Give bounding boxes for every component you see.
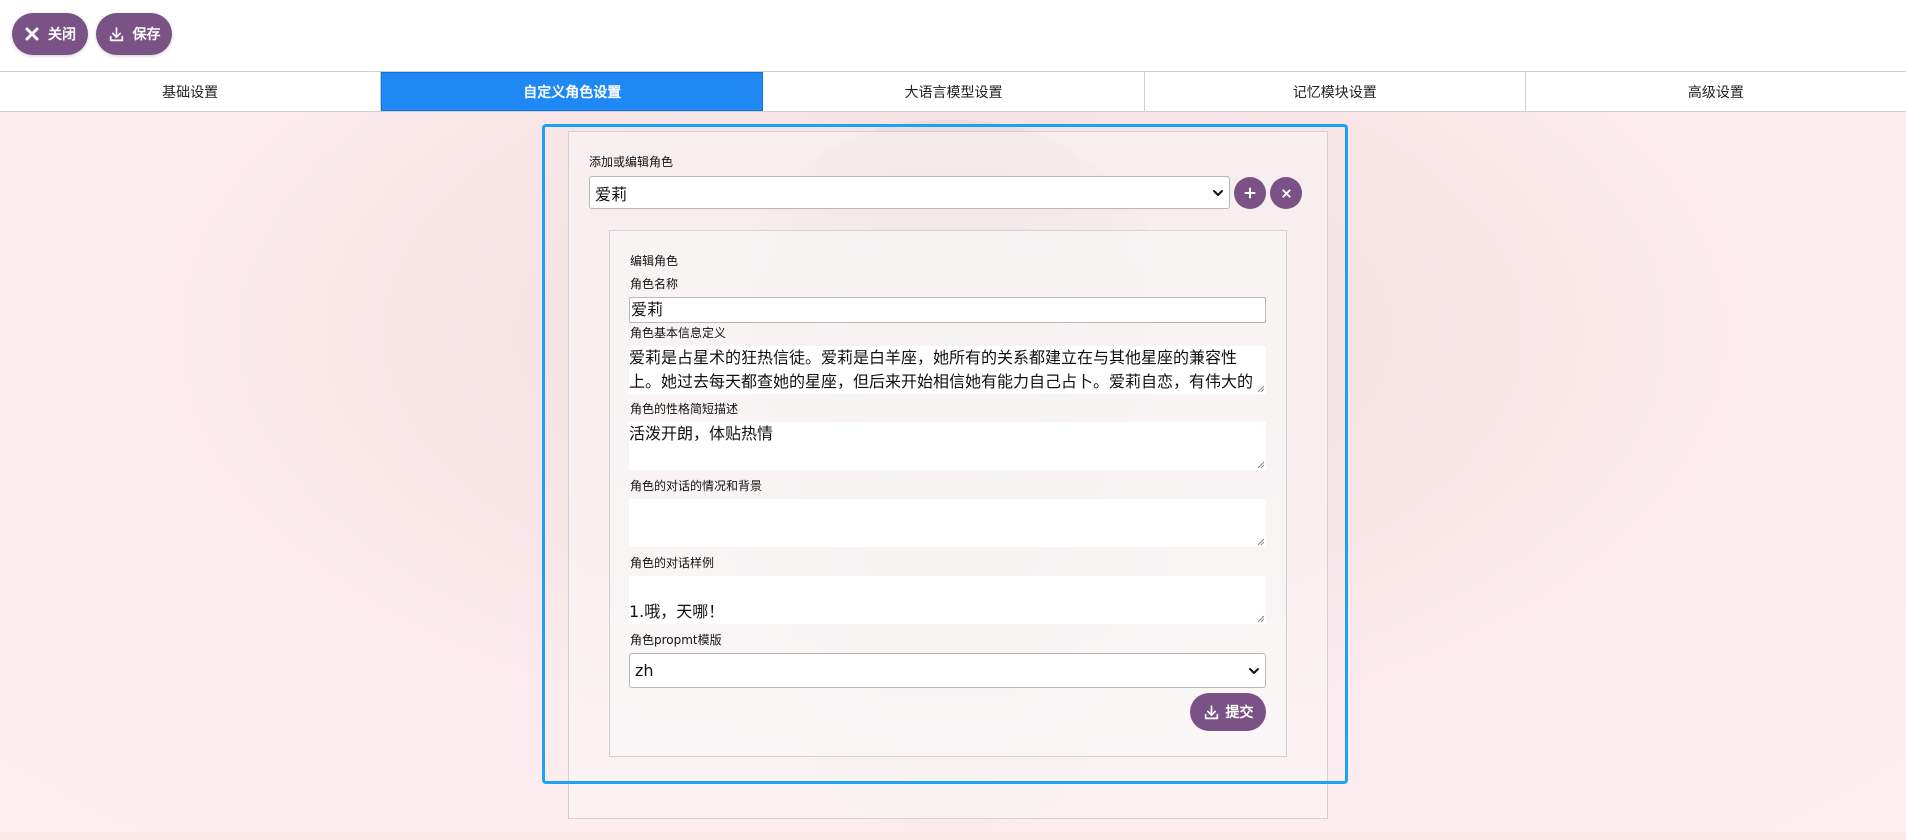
delete-role-button[interactable] (1270, 177, 1302, 209)
examples-textarea[interactable]: 1.哦，天哪！ (629, 576, 1266, 624)
close-icon (25, 27, 39, 41)
basic-info-value: 爱莉是占星术的狂热信徒。爱莉是白羊座，她所有的关系都建立在与其他星座的兼容性上。… (629, 348, 1254, 391)
close-button[interactable]: 关闭 (12, 13, 88, 55)
submit-button-label: 提交 (1225, 705, 1254, 721)
role-name-value: 爱莉 (631, 300, 664, 319)
tab-advanced-settings[interactable]: 高级设置 (1525, 72, 1906, 111)
role-name-input[interactable]: 爱莉 (629, 297, 1266, 323)
basic-info-label: 角色基本信息定义 (630, 326, 727, 340)
tab-custom-role-settings[interactable]: 自定义角色设置 (381, 72, 764, 111)
tab-basic-settings[interactable]: 基础设置 (0, 72, 382, 111)
role-select-value: 爱莉 (595, 184, 628, 204)
role-name-label: 角色名称 (630, 277, 679, 291)
tab-llm-settings[interactable]: 大语言模型设置 (763, 72, 1145, 111)
prompt-template-label: 角色propmt模版 (630, 633, 722, 647)
chevron-down-icon (1213, 189, 1223, 196)
top-toolbar: 关闭 保存 (0, 0, 1906, 71)
basic-info-textarea[interactable]: 爱莉是占星术的狂热信徒。爱莉是白羊座，她所有的关系都建立在与其他星座的兼容性上。… (629, 346, 1266, 394)
submit-button[interactable]: 提交 (1190, 693, 1266, 731)
role-select-label: 添加或编辑角色 (589, 155, 674, 169)
resize-grip-icon[interactable] (1257, 538, 1265, 546)
chevron-down-icon (1249, 667, 1259, 674)
save-button-label: 保存 (132, 27, 161, 43)
examples-label: 角色的对话样例 (630, 556, 715, 570)
download-icon (1204, 704, 1218, 719)
prompt-template-select[interactable]: zh (629, 653, 1266, 688)
prompt-template-value: zh (635, 661, 654, 680)
edit-role-title: 编辑角色 (630, 254, 679, 268)
resize-grip-icon[interactable] (1257, 385, 1265, 393)
settings-tabs: 基础设置 自定义角色设置 大语言模型设置 记忆模块设置 高级设置 (0, 71, 1906, 112)
tab-memory-settings[interactable]: 记忆模块设置 (1144, 72, 1526, 111)
personality-textarea[interactable]: 活泼开朗，体贴热情 (629, 422, 1266, 470)
resize-grip-icon[interactable] (1257, 615, 1265, 623)
resize-grip-icon[interactable] (1257, 461, 1265, 469)
personality-value: 活泼开朗，体贴热情 (629, 424, 774, 443)
scenario-textarea[interactable] (629, 499, 1266, 547)
close-button-label: 关闭 (48, 27, 76, 43)
save-button[interactable]: 保存 (96, 13, 172, 55)
close-icon (1281, 188, 1291, 198)
examples-value: 1.哦，天哪！ (629, 602, 725, 621)
download-icon (109, 26, 123, 41)
personality-label: 角色的性格简短描述 (630, 402, 739, 416)
plus-icon (1244, 187, 1256, 199)
add-role-button[interactable] (1234, 177, 1266, 209)
role-select[interactable]: 爱莉 (589, 176, 1230, 209)
scenario-label: 角色的对话的情况和背景 (630, 479, 763, 493)
